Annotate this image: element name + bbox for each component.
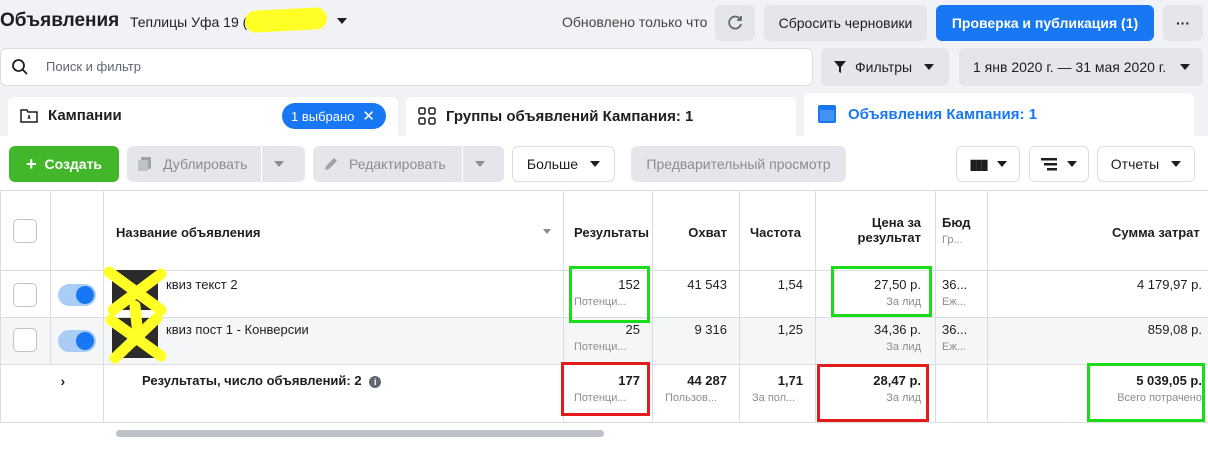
refresh-icon [728, 15, 742, 30]
page-title: Объявления [0, 10, 120, 31]
more-label: Больше [526, 156, 579, 172]
edit-label: Редактировать [349, 156, 446, 172]
refresh-button[interactable] [715, 5, 755, 41]
chevron-down-icon [924, 64, 935, 70]
row-checkbox[interactable] [13, 283, 37, 307]
duplicate-button[interactable]: Дублировать [127, 146, 305, 182]
row-checkbox[interactable] [13, 328, 37, 352]
chevron-down-icon[interactable] [474, 161, 485, 167]
edit-button[interactable]: Редактировать [313, 146, 504, 182]
plus-icon: + [25, 153, 37, 174]
highlight-box [569, 266, 650, 323]
sort-icon[interactable] [543, 229, 551, 234]
account-dropdown-icon[interactable] [337, 18, 347, 24]
highlight-box [561, 362, 650, 416]
highlight-box [817, 364, 929, 422]
chevron-down-icon [1171, 161, 1182, 167]
ad-toggle[interactable] [58, 330, 96, 352]
pencil-icon [325, 158, 337, 170]
split-divider [261, 146, 263, 182]
selection-chip-label: 1 выбрано [291, 108, 355, 124]
chevron-down-icon [590, 161, 601, 167]
columns-icon: ▮▮▮ [969, 155, 988, 172]
reports-button[interactable]: Отчеты [1097, 146, 1195, 182]
ad-name-cell[interactable]: квиз пост 1 - Конверсии [103, 317, 564, 365]
account-selector[interactable]: Теплицы Уфа 19 ( [130, 14, 247, 30]
column-header-frequency[interactable]: Частота [739, 190, 816, 271]
date-range-picker[interactable]: 1 янв 2020 г. — 31 мая 2020 г. [959, 48, 1203, 86]
tab-campaigns-label: Кампании [48, 107, 122, 124]
filters-label: Фильтры [855, 59, 913, 75]
expand-chevron-icon[interactable]: › [61, 373, 66, 389]
breakdown-button[interactable] [1029, 146, 1089, 182]
column-header-budget[interactable]: Бюд Гр... [935, 190, 988, 271]
close-icon[interactable]: ✕ [362, 107, 375, 125]
breakdown-icon [1041, 158, 1057, 171]
split-divider [461, 146, 463, 182]
filter-icon [834, 61, 846, 73]
select-all-checkbox[interactable] [13, 219, 37, 243]
redaction-marker [244, 6, 328, 34]
search-placeholder: Поиск и фильтр [46, 59, 141, 74]
more-button[interactable]: Больше [512, 146, 615, 182]
chevron-down-icon [996, 161, 1007, 167]
more-options-button[interactable]: ··· [1163, 5, 1203, 41]
publish-button[interactable]: Проверка и публикация (1) [936, 5, 1154, 41]
tab-ad-sets-label: Группы объявлений Кампания: 1 [446, 108, 694, 125]
info-icon[interactable]: i [369, 376, 382, 388]
reports-label: Отчеты [1110, 156, 1160, 172]
column-header-reach[interactable]: Охват [652, 190, 740, 271]
tab-ads-label: Объявления Кампания: 1 [848, 106, 1038, 123]
ad-name-cell[interactable]: квиз текст 2 [103, 270, 564, 318]
chevron-down-icon [1180, 64, 1191, 70]
search-icon [12, 59, 28, 75]
create-label: Создать [44, 156, 103, 172]
grid-icon [418, 107, 436, 125]
date-range-label: 1 янв 2020 г. — 31 мая 2020 г. [973, 59, 1167, 75]
duplicate-label: Дублировать [163, 156, 248, 172]
columns-button[interactable]: ▮▮▮ [956, 146, 1020, 182]
highlight-box [831, 266, 932, 317]
ad-icon [818, 105, 836, 123]
preview-button[interactable]: Предварительный просмотр [631, 146, 846, 182]
ad-name[interactable]: квиз пост 1 - Конверсии [166, 322, 309, 337]
scrollbar-thumb[interactable] [116, 430, 604, 437]
ad-name[interactable]: квиз текст 2 [166, 277, 238, 292]
update-status: Обновлено только что [562, 14, 708, 30]
column-header-cost-per-result[interactable]: Цена за результат [815, 190, 936, 271]
column-header-amount-spent[interactable]: Сумма затрат [987, 190, 1208, 271]
redaction-scribble [103, 266, 167, 364]
totals-label: Результаты, число объявлений: 2 [142, 373, 362, 388]
reset-drafts-button[interactable]: Сбросить черновики [764, 5, 927, 41]
folder-icon [20, 109, 38, 123]
ad-toggle[interactable] [58, 284, 96, 306]
totals-label-cell: Результаты, число объявлений: 2 i [103, 364, 564, 423]
column-header-results[interactable]: Результаты [563, 190, 653, 271]
column-header-name[interactable]: Название объявления [103, 190, 564, 271]
chevron-down-icon[interactable] [274, 161, 285, 167]
highlight-box [1087, 363, 1205, 422]
table-header-row: Название объявления Результаты Охват Час… [0, 190, 1208, 271]
filters-button[interactable]: Фильтры [821, 48, 949, 86]
chevron-down-icon [1067, 161, 1077, 167]
create-button[interactable]: + Создать [9, 146, 119, 182]
table-row[interactable]: квиз пост 1 - Конверсии 25 Потенци... 9 3… [0, 317, 1208, 365]
duplicate-icon [138, 157, 151, 171]
selection-chip[interactable]: 1 выбрано ✕ [282, 103, 386, 129]
